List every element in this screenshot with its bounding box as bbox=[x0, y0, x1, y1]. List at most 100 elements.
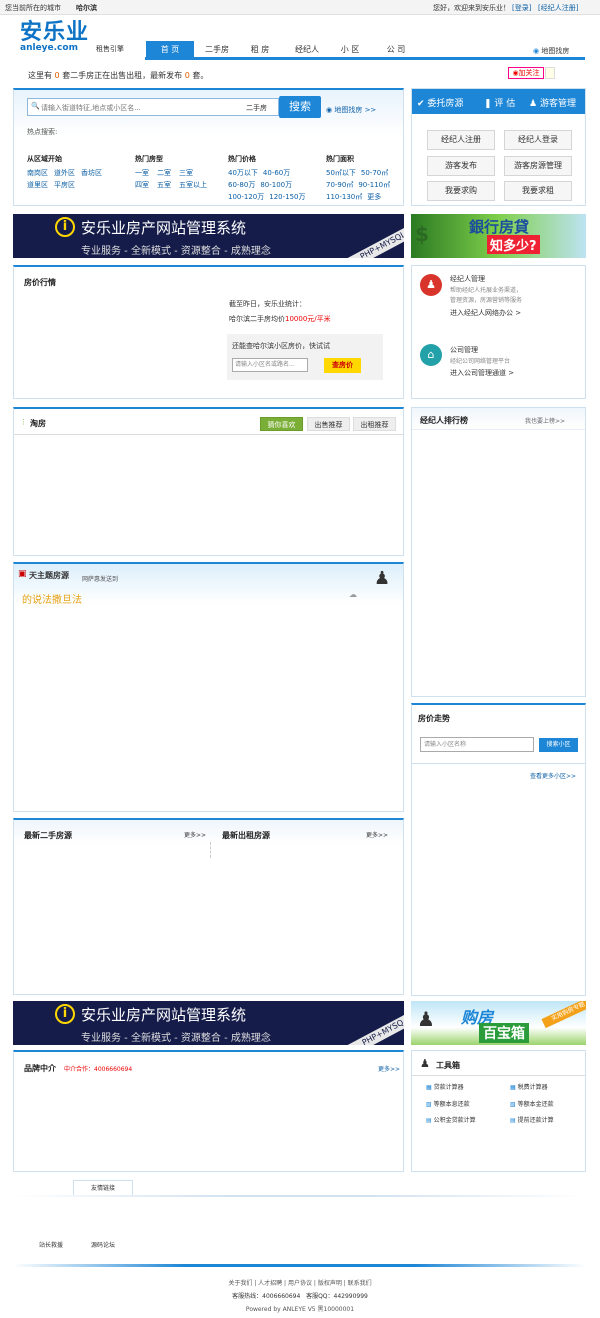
guest-publish-button[interactable]: 游客发布 bbox=[427, 156, 495, 176]
trend-search-button[interactable]: 搜索小区 bbox=[539, 738, 578, 752]
want-rent-button[interactable]: 我要求租 bbox=[504, 181, 572, 201]
current-city[interactable]: 哈尔滨 bbox=[76, 3, 97, 13]
trend-search-input[interactable]: 请输入小区名称 bbox=[420, 737, 534, 752]
filter-link[interactable]: 80-100万 bbox=[260, 181, 292, 189]
house-buying-ad[interactable]: ♟ 实用购房专题 购房 百宝箱 bbox=[411, 1001, 586, 1045]
filter-link[interactable]: 40万以下 bbox=[228, 169, 258, 177]
calculator-icon: ▦ bbox=[510, 1084, 516, 1091]
nav-company[interactable]: 公 司 bbox=[378, 41, 414, 58]
tool-equal-interest[interactable]: ▧ 等额本息还款 bbox=[426, 1099, 470, 1108]
filter-price: 热门价格 40万以下 40-60万 60-80万 80-100万 100-120万 1… bbox=[228, 155, 306, 201]
service-tabs: ✔ 委托房源 ❚ 评 估 ♟ 游客管理 bbox=[412, 89, 585, 114]
cloud-icon: ☁ bbox=[349, 590, 357, 599]
tool-tax-calc[interactable]: ▦ 税费计算器 bbox=[510, 1082, 548, 1091]
filter-link[interactable]: 三室 bbox=[179, 169, 193, 177]
filter-link[interactable]: 100-120万 bbox=[228, 193, 264, 201]
nav-home[interactable]: 首 页 bbox=[146, 41, 194, 58]
tool-equal-principal[interactable]: ▧ 等额本金还款 bbox=[510, 1099, 554, 1108]
logo-cn: 安乐业 bbox=[20, 20, 90, 45]
filter-type: 热门房型 一室 二室 三室 四室 五室 五室以上 bbox=[135, 155, 207, 189]
filter-link[interactable]: 道外区 bbox=[54, 169, 75, 177]
filter-link[interactable]: 香坊区 bbox=[81, 169, 102, 177]
filter-link[interactable]: 50-70㎡ bbox=[361, 169, 388, 177]
agent-office-link[interactable]: 进入经纪人网络办公 > bbox=[450, 308, 521, 318]
brand-more-link[interactable]: 更多>> bbox=[378, 1064, 400, 1073]
site-logo[interactable]: 安乐业 anleye.com bbox=[20, 20, 90, 54]
tab-entrust[interactable]: ✔ 委托房源 bbox=[417, 96, 463, 109]
filter-link[interactable]: 更多 bbox=[367, 193, 381, 201]
nav-rent[interactable]: 租 房 bbox=[243, 41, 277, 58]
friend-links-tab[interactable]: 友情链接 bbox=[73, 1180, 133, 1195]
search-input[interactable]: 🔍 请输入街道特征,地点或小区名... 二手房 bbox=[27, 98, 279, 116]
nav-agent[interactable]: 经纪人 bbox=[286, 41, 328, 58]
footer-links[interactable]: 关于我们 | 人才招聘 | 用户协议 | 版权声明 | 联系我们 bbox=[0, 1278, 600, 1287]
filter-link[interactable]: 平房区 bbox=[54, 181, 75, 189]
ranking-join-link[interactable]: 我也要上榜>> bbox=[525, 416, 565, 425]
tab-guest[interactable]: ♟ 游客管理 bbox=[529, 96, 576, 109]
register-link[interactable]: [经纪人注册] bbox=[538, 3, 578, 13]
filter-link[interactable]: 60-80万 bbox=[228, 181, 255, 189]
follow-button[interactable]: ◉加关注 bbox=[508, 67, 544, 79]
filter-link[interactable]: 70-90㎡ bbox=[326, 181, 353, 189]
banner-ad-bottom[interactable]: i 安乐业房产网站管理系统 专业服务 - 全新模式 - 资源整合 - 成熟理念 … bbox=[13, 1001, 404, 1045]
search-button[interactable]: 搜索 bbox=[279, 96, 321, 118]
nav-second-hand[interactable]: 二手房 bbox=[198, 41, 236, 58]
want-buy-button[interactable]: 我要求购 bbox=[427, 181, 495, 201]
location-pin-icon: ◉ bbox=[533, 47, 540, 55]
avg-price: 10000元/平米 bbox=[285, 315, 331, 323]
filter-link[interactable]: 道里区 bbox=[27, 181, 48, 189]
community-price-input[interactable]: 请输入小区名或路名... bbox=[232, 358, 308, 372]
topic-logo-icon: ▣ bbox=[18, 569, 27, 579]
tab-sale-rec[interactable]: 出售推荐 bbox=[307, 417, 350, 431]
price-market-panel: 房价行情 截至昨日，安乐业统计： 哈尔滨二手房均价10000元/平米 还能查哈尔… bbox=[13, 265, 404, 399]
trend-more-link[interactable]: 查看更多小区>> bbox=[530, 771, 576, 780]
service-panel: ✔ 委托房源 ❚ 评 估 ♟ 游客管理 经纪人注册 经纪人登录 游客发布 游客房… bbox=[411, 88, 586, 206]
trend-title: 房价走势 bbox=[418, 714, 450, 723]
latest-rent-title: 最新出租房源 bbox=[222, 831, 270, 840]
filter-link[interactable]: 四室 bbox=[135, 181, 149, 189]
mortgage-ad[interactable]: $ 銀行房貸 知多少? bbox=[411, 214, 586, 258]
agent-login-button[interactable]: 经纪人登录 bbox=[504, 130, 572, 150]
search-type-select[interactable]: 二手房 bbox=[246, 103, 267, 113]
filter-link[interactable]: 五室以上 bbox=[179, 181, 207, 189]
logo-tagline: 租售引擎 bbox=[96, 45, 124, 53]
search-icon: 🔍 bbox=[31, 102, 40, 110]
friend-link[interactable]: 源码论坛 bbox=[91, 1240, 115, 1249]
person-icon: ♟ bbox=[420, 1057, 430, 1070]
filter-size: 热门面积 50㎡以下 50-70㎡ 70-90㎡ 90-110㎡ 110-130㎡更… bbox=[326, 155, 391, 201]
tab-rent-rec[interactable]: 出租推荐 bbox=[353, 417, 396, 431]
filter-link[interactable]: 110-130㎡ bbox=[326, 193, 362, 201]
filter-link[interactable]: 120-150万 bbox=[269, 193, 305, 201]
filter-link[interactable]: 南岗区 bbox=[27, 169, 48, 177]
banner-ad-top[interactable]: i 安乐业房产网站管理系统 专业服务 - 全新模式 - 资源整合 - 成熟理念 … bbox=[13, 214, 404, 258]
search-map-link[interactable]: ◉ 地图找房 >> bbox=[326, 105, 376, 115]
check-price-button[interactable]: 查房价 bbox=[324, 358, 361, 373]
filter-link[interactable]: 90-110㎡ bbox=[358, 181, 390, 189]
info-icon: i bbox=[55, 217, 75, 237]
tool-prepay-calc[interactable]: ▤ 提前还款计算 bbox=[510, 1115, 554, 1124]
nav-map-link[interactable]: ◉ 地图找房 bbox=[533, 46, 569, 56]
company-manage-link[interactable]: 进入公司管理通道 > bbox=[450, 368, 514, 378]
topic-panel: ▣ 天主题房源 网萨惠发送到 的说法撒旦法 ♟ ☁ bbox=[13, 562, 404, 812]
filter-link[interactable]: 50㎡以下 bbox=[326, 169, 356, 177]
tool-loan-calc[interactable]: ▦ 贷款计算器 bbox=[426, 1082, 464, 1091]
filter-link[interactable]: 五室 bbox=[157, 181, 171, 189]
chart-icon: ▧ bbox=[510, 1101, 516, 1108]
filter-link[interactable]: 40-60万 bbox=[263, 169, 290, 177]
follow-count bbox=[545, 67, 555, 79]
guest-manage-button[interactable]: 游客房源管理 bbox=[504, 156, 572, 176]
login-link[interactable]: [登录] bbox=[512, 3, 531, 13]
filter-link[interactable]: 一室 bbox=[135, 169, 149, 177]
tool-fund-calc[interactable]: ▤ 公积金贷款计算 bbox=[426, 1115, 476, 1124]
tab-evaluate[interactable]: ❚ 评 估 bbox=[484, 96, 515, 109]
tab-guess[interactable]: 猜你喜欢 bbox=[260, 417, 303, 431]
latest-rent-more[interactable]: 更多>> bbox=[366, 830, 388, 839]
latest-sale-title: 最新二手房源 bbox=[24, 831, 72, 840]
agent-register-button[interactable]: 经纪人注册 bbox=[427, 130, 495, 150]
friend-link[interactable]: 站长救援 bbox=[39, 1240, 63, 1249]
latest-sale-more[interactable]: 更多>> bbox=[184, 830, 206, 839]
filter-link[interactable]: 二室 bbox=[157, 169, 171, 177]
nav-community[interactable]: 小 区 bbox=[333, 41, 367, 58]
home-icon: ⌂ bbox=[420, 344, 442, 366]
person-illustration: ♟ bbox=[417, 1007, 435, 1031]
